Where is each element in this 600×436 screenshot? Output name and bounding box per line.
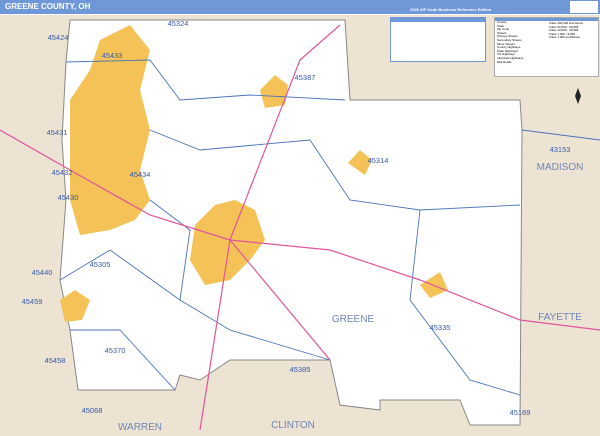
zip-label: 45430 xyxy=(58,193,79,202)
zip-label: 45068 xyxy=(82,406,103,415)
county-label: CLINTON xyxy=(271,420,315,431)
county-label: MADISON xyxy=(537,162,584,173)
zip-label: 45324 xyxy=(168,19,189,28)
zip-label: 45314 xyxy=(368,156,389,165)
logo xyxy=(570,1,598,13)
legend-city-item: Cities 1,000 and Below xyxy=(549,35,580,40)
zip-label: 45335 xyxy=(430,323,451,332)
zip-label: 45458 xyxy=(45,356,66,365)
zip-label: 45433 xyxy=(102,51,123,60)
zip-label: 45424 xyxy=(48,33,69,42)
zip-label: 45431 xyxy=(47,128,68,137)
map-title: GREENE COUNTY, OH xyxy=(5,2,91,11)
legend-item: Rail Roads xyxy=(497,59,512,64)
legend: County State Zip Code Streets Primary Street… xyxy=(494,17,599,77)
county-label: GREENE xyxy=(332,314,375,325)
county-map[interactable]: 45424 45324 45433 45387 45431 45314 43153 45432… xyxy=(0,15,600,436)
zip-label: 45432 xyxy=(52,168,73,177)
county-label: WARREN xyxy=(118,422,162,433)
zip-label: 45169 xyxy=(510,408,531,417)
zip-label: 43153 xyxy=(550,145,571,154)
zip-label: 45387 xyxy=(295,73,316,82)
zip-table-header xyxy=(391,18,485,22)
edition-label: 2026 ZIP Code Business Reference Edition xyxy=(410,7,492,12)
zip-table xyxy=(390,17,486,62)
zip-label: 45434 xyxy=(130,170,151,179)
zip-label: 45370 xyxy=(105,346,126,355)
header-bar: GREENE COUNTY, OH 2026 ZIP Code Business… xyxy=(0,0,600,14)
county-label: FAYETTE xyxy=(538,312,582,323)
zip-label: 45459 xyxy=(22,297,43,306)
zip-label: 45440 xyxy=(32,268,53,277)
zip-label: 45305 xyxy=(90,260,111,269)
zip-label: 45385 xyxy=(290,365,311,374)
